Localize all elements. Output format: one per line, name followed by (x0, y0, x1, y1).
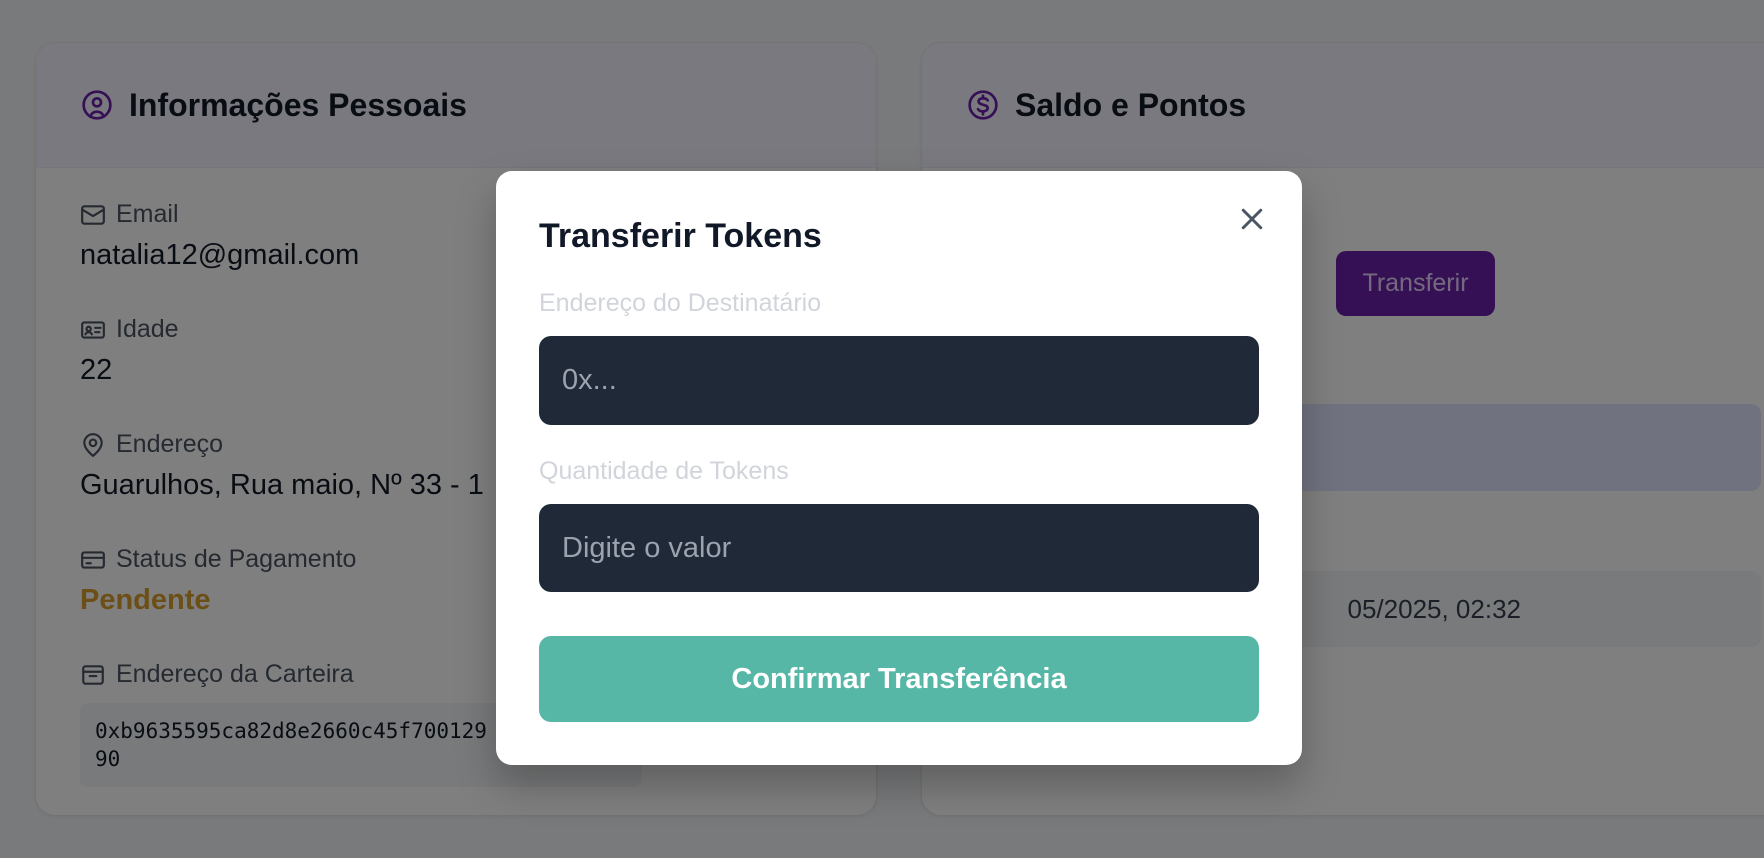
modal-title: Transferir Tokens (539, 217, 822, 255)
token-amount-input[interactable] (539, 504, 1259, 592)
close-button[interactable] (1232, 201, 1272, 241)
amount-label: Quantidade de Tokens (539, 457, 789, 485)
close-icon (1237, 204, 1267, 239)
recipient-label: Endereço do Destinatário (539, 289, 822, 317)
recipient-address-input[interactable] (539, 336, 1259, 425)
transfer-tokens-modal: Transferir Tokens Endereço do Destinatár… (496, 171, 1302, 765)
confirm-transfer-button[interactable]: Confirmar Transferência (539, 636, 1259, 722)
